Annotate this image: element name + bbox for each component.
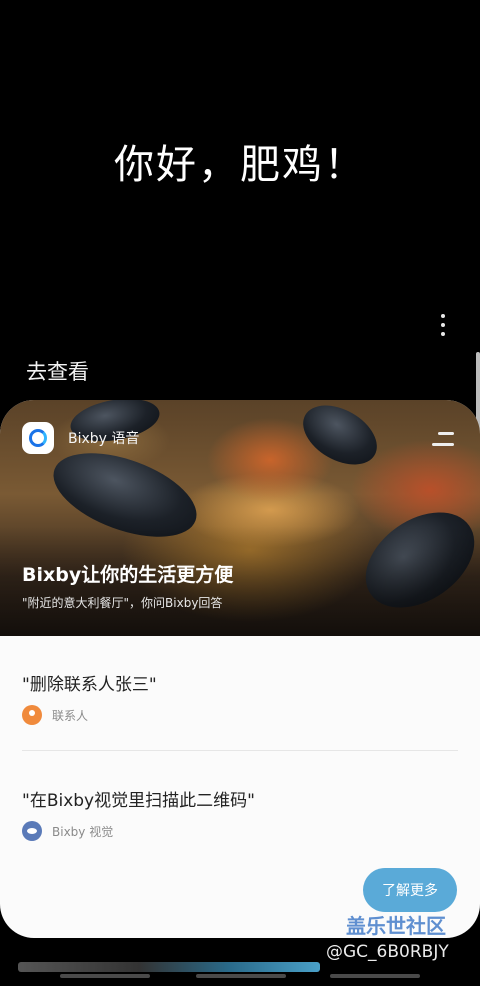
watermark-user: @GC_6B0RBJY	[326, 942, 449, 962]
contact-icon	[22, 705, 42, 725]
bixby-app-icon	[22, 422, 54, 454]
watermark-site: 盖乐世社区	[346, 914, 446, 938]
learn-more-button[interactable]: 了解更多	[363, 868, 457, 912]
divider	[22, 750, 458, 751]
bixby-voice-card[interactable]: Bixby 语音 Bixby让你的生活更方便 "附近的意大利餐厅"，你问Bixb…	[0, 400, 480, 938]
nav-indicator	[330, 974, 420, 978]
nav-indicator	[60, 974, 150, 978]
more-options-icon	[441, 314, 445, 318]
suggestion-app-label: 联系人	[52, 708, 89, 723]
hero-subtitle: "附近的意大利餐厅"，你问Bixby回答	[22, 596, 223, 610]
food-image-detail	[292, 400, 388, 477]
card-menu-icon[interactable]	[430, 432, 454, 446]
hero-image[interactable]: Bixby 语音 Bixby让你的生活更方便 "附近的意大利餐厅"，你问Bixb…	[0, 400, 480, 636]
bixby-vision-icon	[22, 821, 42, 841]
app-name: Bixby 语音	[68, 431, 140, 447]
greeting: 你好，肥鸡！	[114, 142, 366, 188]
section-title: 去查看	[26, 360, 89, 384]
hero-title: Bixby让你的生活更方便	[22, 564, 234, 586]
suggestion-text: "删除联系人张三"	[22, 675, 157, 695]
suggestion-text: "在Bixby视觉里扫描此二维码"	[22, 791, 255, 811]
more-options-button[interactable]	[434, 312, 452, 338]
suggestion-item-scan-qr[interactable]: "在Bixby视觉里扫描此二维码" Bixby 视觉	[22, 786, 458, 841]
suggestion-item-delete-contact[interactable]: "删除联系人张三" 联系人	[22, 670, 458, 725]
bixby-logo-icon	[29, 429, 47, 447]
nav-indicator	[196, 974, 286, 978]
suggestion-app-label: Bixby 视觉	[52, 824, 114, 839]
next-card-preview[interactable]	[18, 962, 320, 972]
